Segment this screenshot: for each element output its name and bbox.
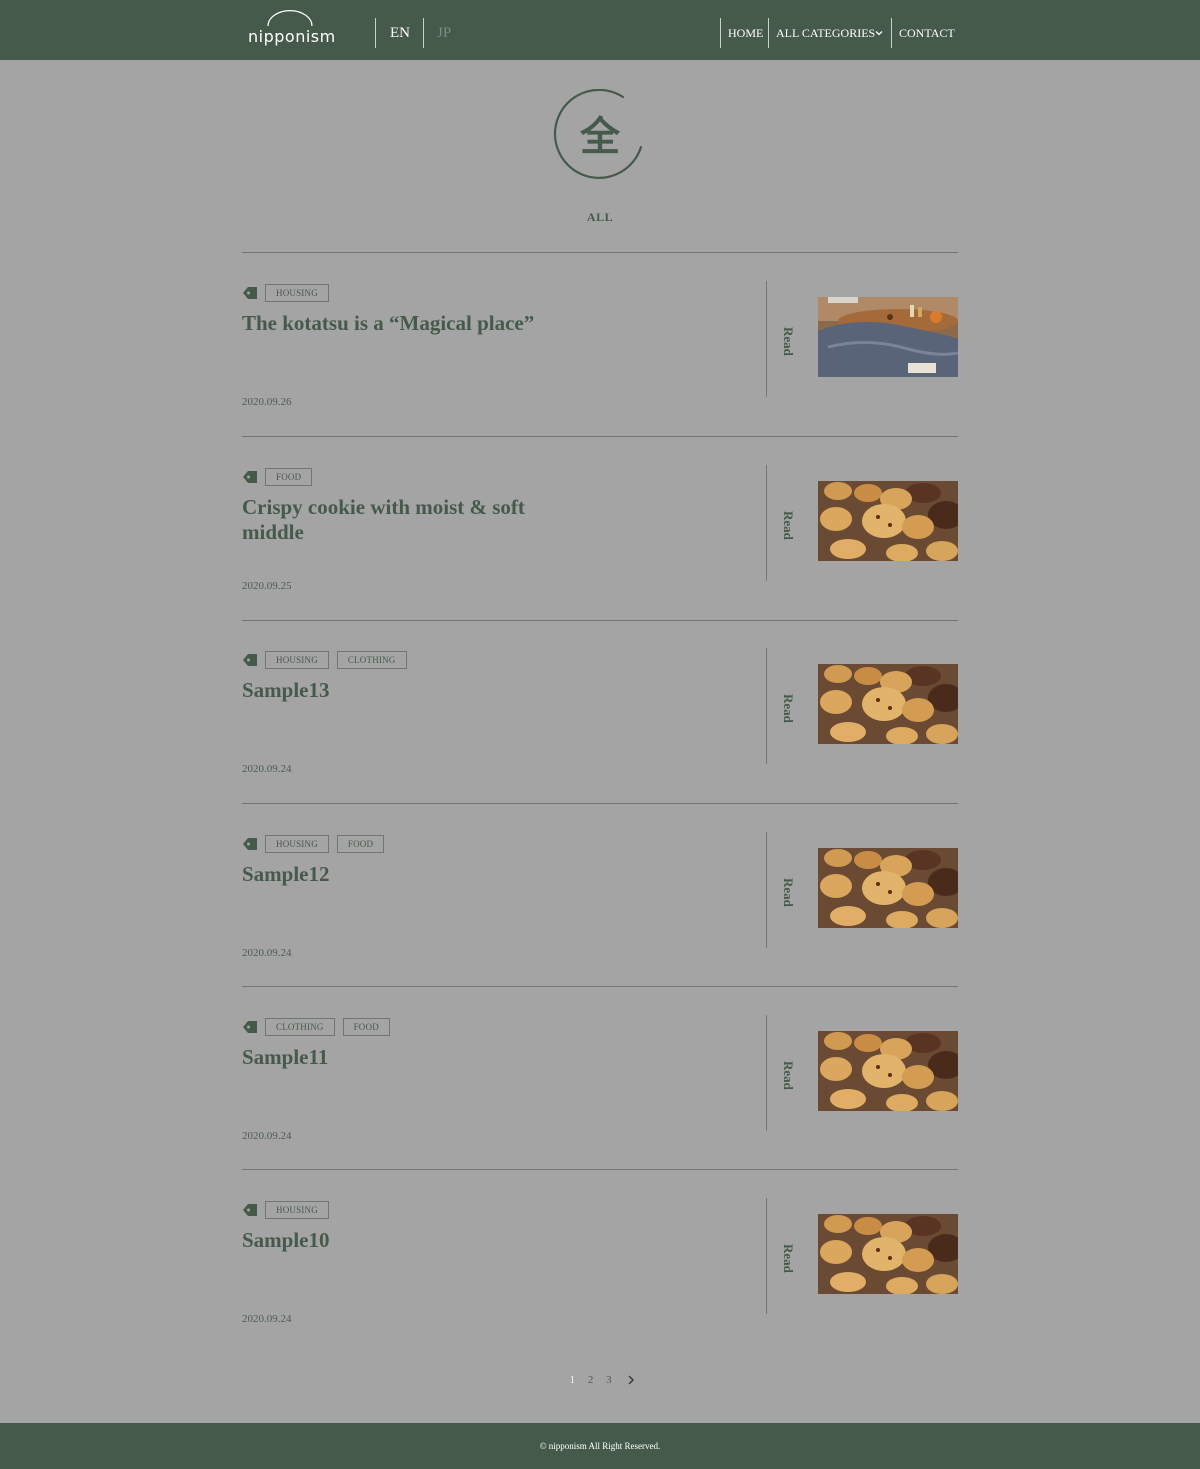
site-footer: © nipponism All Right Reserved. (0, 1423, 1200, 1469)
post-thumbnail-cookies[interactable] (818, 664, 958, 744)
read-divider (766, 465, 767, 581)
post-thumbnail-kotatsu[interactable] (818, 297, 958, 377)
post-date: 2020.09.25 (242, 580, 292, 592)
read-divider (766, 1198, 767, 1314)
post-title[interactable]: Sample11 (242, 1045, 572, 1070)
category-all-emblem-icon: 全 (553, 89, 643, 179)
post-card[interactable]: HOUSING Sample10 2020.09.24 Read (242, 1198, 958, 1384)
tag-badge[interactable]: CLOTHING (336, 651, 407, 669)
post-date: 2020.09.26 (242, 396, 292, 408)
tag-badge[interactable]: FOOD (336, 835, 385, 853)
tag-list: HOUSING FOOD (265, 835, 385, 853)
tag-badge[interactable]: CLOTHING (265, 1018, 335, 1036)
post-card[interactable]: HOUSING FOOD Sample12 2020.09.24 Read (242, 832, 958, 1018)
tag-badge[interactable]: FOOD (342, 1018, 390, 1036)
lang-en-link[interactable]: EN (390, 24, 410, 42)
post-card[interactable]: HOUSING The kotatsu is a “Magical place”… (242, 281, 958, 467)
site-header: nipponism EN JP HOME ALL CATEGORIES CONT… (0, 0, 1200, 60)
post-thumbnail-cookies[interactable] (818, 481, 958, 561)
svg-text:全: 全 (579, 114, 621, 160)
tag-badge[interactable]: FOOD (265, 468, 313, 486)
category-title: ALL (586, 210, 614, 224)
post-card[interactable]: HOUSING CLOTHING Sample13 2020.09.24 Rea… (242, 648, 958, 834)
divider (242, 1169, 958, 1170)
read-link[interactable]: Read (774, 323, 802, 359)
tag-icon (243, 287, 257, 299)
tag-icon (243, 1021, 257, 1033)
lang-divider (375, 18, 376, 48)
post-title[interactable]: Crispy cookie with moist & soft middle (242, 495, 572, 545)
read-link[interactable]: Read (774, 690, 802, 726)
tag-list: CLOTHING FOOD (265, 1018, 390, 1036)
tag-list: HOUSING (265, 1201, 329, 1219)
tag-badge[interactable]: HOUSING (265, 284, 329, 302)
chevron-right-icon[interactable] (627, 1375, 635, 1385)
post-date: 2020.09.24 (242, 947, 292, 959)
page-link-1[interactable]: 1 (570, 1374, 576, 1386)
tag-list: HOUSING (265, 284, 329, 302)
tag-icon (243, 654, 257, 666)
post-card[interactable]: CLOTHING FOOD Sample11 2020.09.24 Read (242, 1015, 958, 1201)
tag-list: FOOD (265, 468, 313, 486)
lang-divider (423, 18, 424, 48)
chevron-down-icon[interactable] (874, 28, 884, 38)
post-title[interactable]: Sample10 (242, 1228, 572, 1253)
post-date: 2020.09.24 (242, 1313, 292, 1325)
post-thumbnail-cookies[interactable] (818, 848, 958, 928)
svg-text:nipponism: nipponism (248, 27, 336, 46)
lang-jp-link[interactable]: JP (437, 24, 451, 42)
read-link[interactable]: Read (774, 507, 802, 543)
nav-divider (891, 18, 892, 48)
copyright-text: © nipponism All Right Reserved. (539, 1441, 661, 1451)
nipponism-logo[interactable]: nipponism (246, 8, 346, 48)
post-card[interactable]: FOOD Crispy cookie with moist & soft mid… (242, 465, 958, 651)
read-divider (766, 648, 767, 764)
tag-badge[interactable]: HOUSING (265, 651, 329, 669)
read-link[interactable]: Read (774, 1057, 802, 1093)
tag-icon (243, 1204, 257, 1216)
nav-all-categories-dropdown[interactable]: ALL CATEGORIES (776, 26, 875, 41)
post-title[interactable]: Sample13 (242, 678, 572, 703)
tag-icon (243, 838, 257, 850)
tag-badge[interactable]: HOUSING (265, 1201, 329, 1219)
divider (242, 620, 958, 621)
read-divider (766, 832, 767, 948)
tag-badge[interactable]: HOUSING (265, 835, 329, 853)
page-link-3[interactable]: 3 (606, 1374, 612, 1386)
read-link[interactable]: Read (774, 874, 802, 910)
read-divider (766, 281, 767, 397)
divider (242, 803, 958, 804)
tag-icon (243, 471, 257, 483)
divider (242, 252, 958, 253)
divider (242, 436, 958, 437)
post-title[interactable]: The kotatsu is a “Magical place” (242, 311, 572, 336)
post-title[interactable]: Sample12 (242, 862, 572, 887)
nav-home-link[interactable]: HOME (728, 26, 763, 41)
page-link-2[interactable]: 2 (588, 1374, 594, 1386)
nav-contact-link[interactable]: CONTACT (899, 26, 955, 41)
read-divider (766, 1015, 767, 1131)
post-thumbnail-cookies[interactable] (818, 1031, 958, 1111)
post-thumbnail-cookies[interactable] (818, 1214, 958, 1294)
nav-divider (768, 18, 769, 48)
tag-list: HOUSING CLOTHING (265, 651, 407, 669)
nav-divider (720, 18, 721, 48)
pagination: 1 2 3 (0, 1374, 1200, 1386)
post-date: 2020.09.24 (242, 1130, 292, 1142)
post-date: 2020.09.24 (242, 763, 292, 775)
read-link[interactable]: Read (774, 1240, 802, 1276)
divider (242, 986, 958, 987)
